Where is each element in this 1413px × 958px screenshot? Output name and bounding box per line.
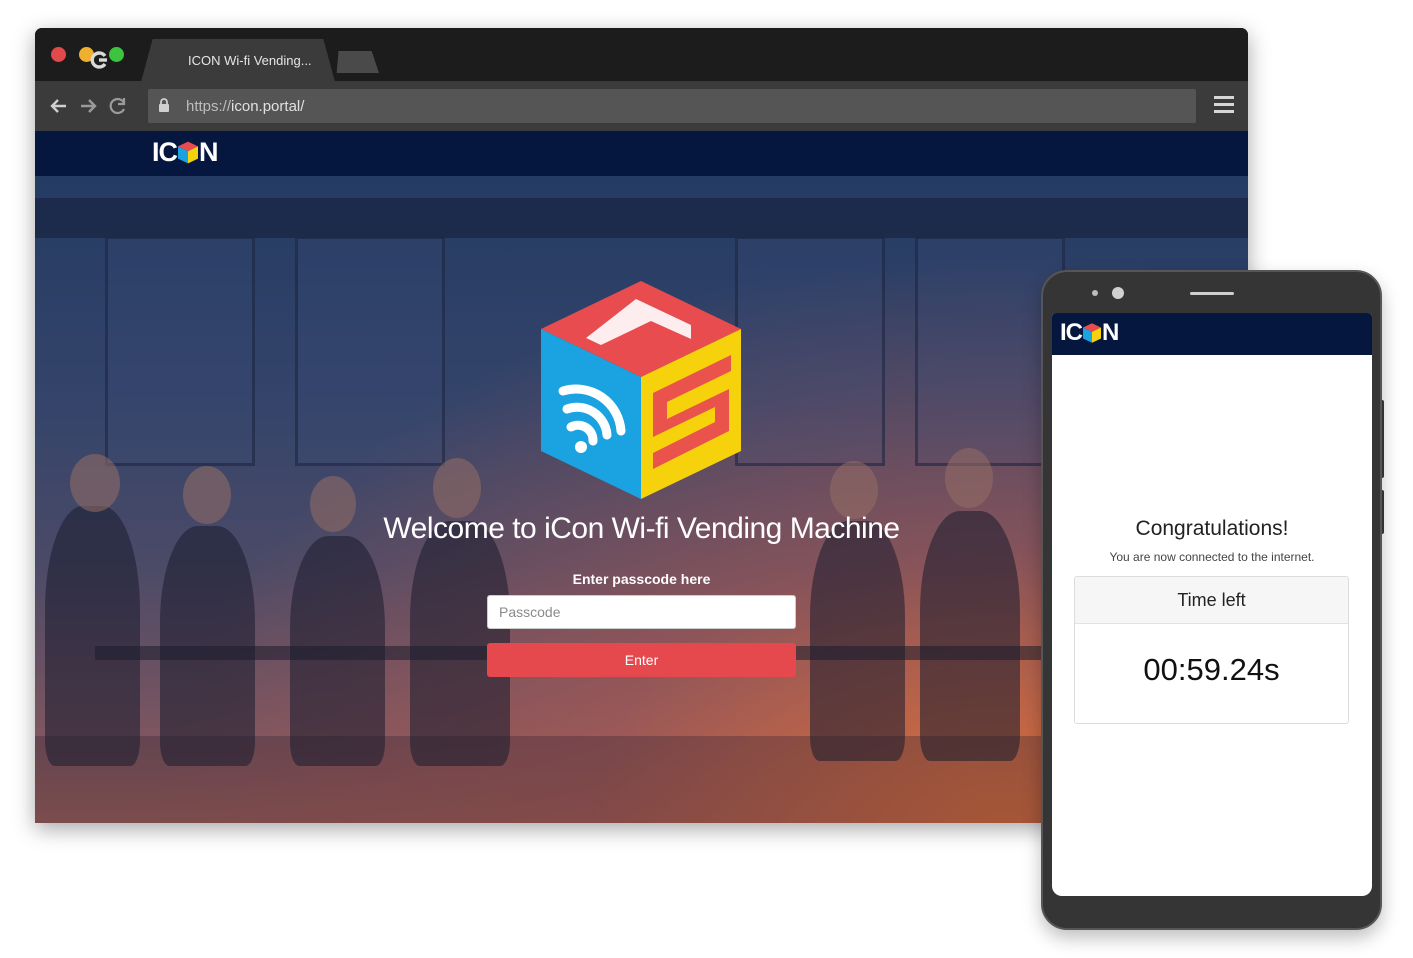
logo-text-right: N — [199, 137, 218, 167]
commuter — [920, 511, 1020, 761]
icon-cube-logo — [541, 281, 741, 499]
address-bar[interactable]: https://icon.portal/ — [148, 89, 1196, 123]
url-host: icon.portal/ — [231, 98, 305, 115]
new-tab-button[interactable] — [336, 51, 379, 73]
browser-titlebar: ICON Wi-fi Vending... — [35, 28, 1248, 82]
commuter — [160, 526, 255, 766]
shelter-roof — [35, 198, 1248, 238]
shelter-panel — [295, 236, 445, 466]
hamburger-menu-icon[interactable] — [1214, 96, 1234, 114]
phone-screen: IC N Congratulations! You are now connec… — [1052, 313, 1372, 896]
phone-sensor — [1092, 290, 1098, 296]
phone-device: IC N Congratulations! You are now connec… — [1041, 270, 1382, 930]
shelter-panel — [105, 236, 255, 466]
connected-message: You are now connected to the internet. — [1109, 550, 1315, 564]
address-url: https://icon.portal/ — [186, 98, 304, 115]
shelter-panel — [735, 236, 885, 466]
browser-tab-icon — [90, 51, 107, 69]
reload-icon[interactable] — [107, 95, 129, 117]
close-window-button[interactable] — [51, 47, 66, 62]
browser-toolbar: https://icon.portal/ — [35, 81, 1248, 131]
commuter-head — [945, 448, 993, 508]
commuter-head — [433, 458, 481, 518]
phone-speaker — [1190, 292, 1234, 295]
phone-site-logo[interactable]: IC N — [1060, 319, 1119, 347]
phone-site-header: IC N — [1052, 313, 1372, 355]
maximize-window-button[interactable] — [109, 47, 124, 62]
time-left-value: 00:59.24s — [1143, 652, 1280, 687]
forward-arrow-icon[interactable] — [77, 95, 99, 117]
phone-camera — [1112, 287, 1124, 299]
lock-icon — [159, 98, 169, 112]
enter-button[interactable]: Enter — [487, 643, 796, 677]
site-header: IC N — [35, 131, 1248, 176]
url-scheme: https:// — [186, 98, 232, 115]
logo-text-left: IC — [152, 137, 178, 167]
back-arrow-icon[interactable] — [48, 95, 70, 117]
time-left-label: Time left — [1075, 577, 1348, 624]
passcode-input[interactable] — [487, 595, 796, 629]
logo-cube-icon — [178, 141, 198, 164]
time-left-card: Time left 00:59.24s — [1074, 576, 1349, 724]
logo-text-right: N — [1102, 319, 1119, 346]
site-logo[interactable]: IC N — [152, 137, 218, 168]
congrats-heading: Congratulations! — [1135, 517, 1289, 540]
commuter-head — [70, 454, 120, 512]
tab-title: ICON Wi-fi Vending... — [188, 53, 312, 68]
commuter-head — [830, 461, 878, 519]
commuter — [810, 521, 905, 761]
logo-text-left: IC — [1060, 319, 1083, 346]
logo-cube-icon — [1083, 323, 1101, 343]
